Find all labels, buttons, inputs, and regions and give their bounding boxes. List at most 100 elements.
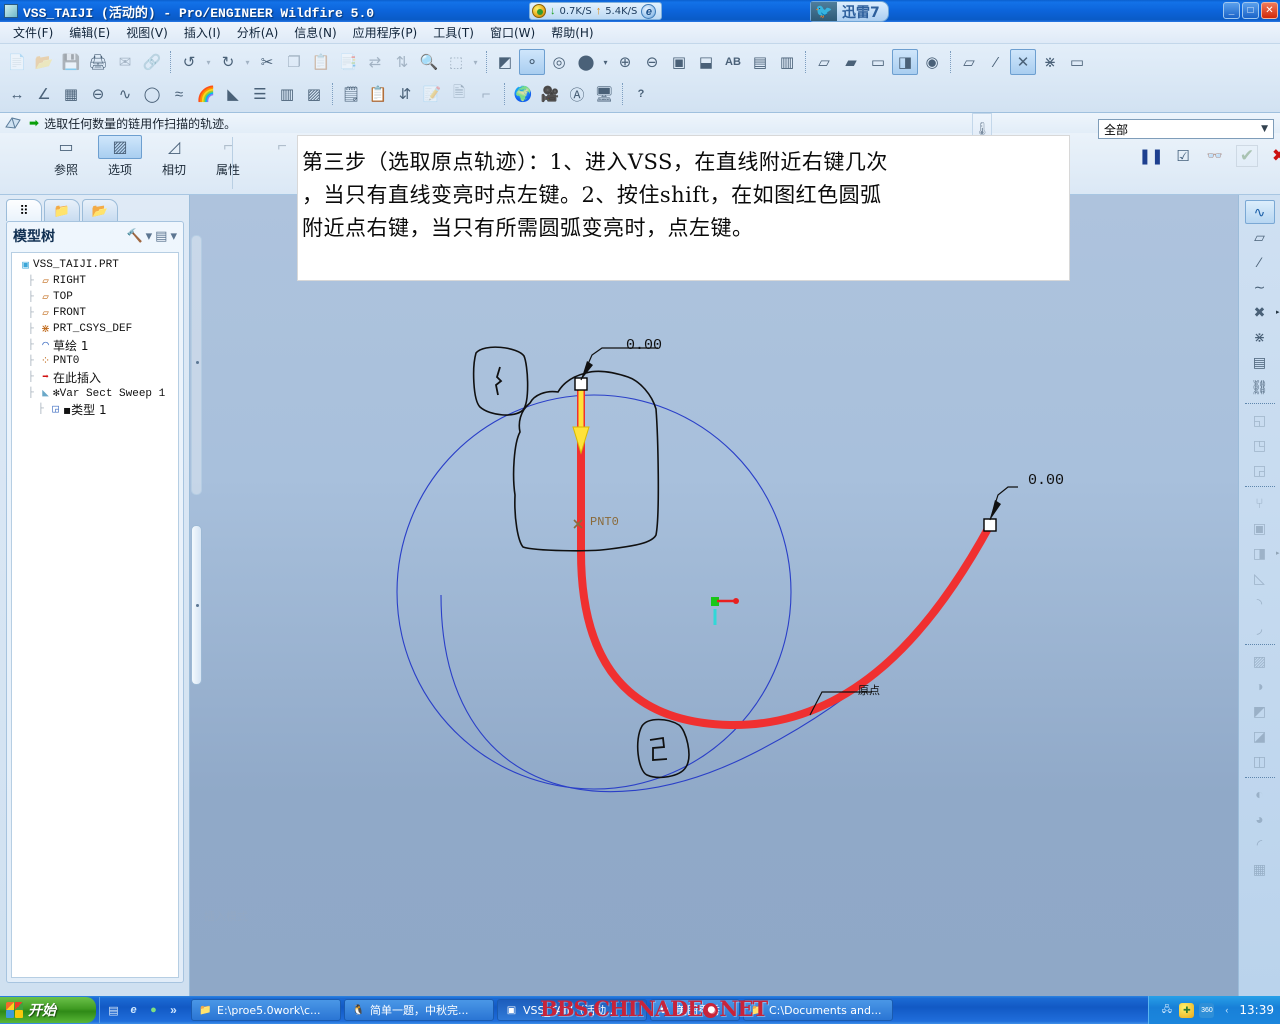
- dim-right-label[interactable]: 0.00: [1028, 472, 1064, 489]
- analysis-point-tool-button[interactable]: ▤: [1245, 350, 1275, 374]
- new-note-button[interactable]: 🗒: [338, 81, 364, 107]
- sketch-tool-button[interactable]: ∿: [1245, 200, 1275, 224]
- hidden-line-button[interactable]: ▰: [838, 49, 864, 75]
- 360-safe-icon[interactable]: 360: [1199, 1003, 1214, 1018]
- datum-axis-tool-button[interactable]: ⁄: [1245, 250, 1275, 274]
- menu-item-7[interactable]: 工具(T): [426, 22, 481, 43]
- dashboard-tab-references[interactable]: ▭参照: [44, 135, 88, 178]
- explorer-task[interactable]: 📁E:\proe5.0work\c...: [191, 999, 341, 1021]
- datum-csys-display-button[interactable]: ⋇: [1037, 49, 1063, 75]
- redo-button[interactable]: ↻: [215, 49, 241, 75]
- datum-point-display-button[interactable]: ✕: [1010, 49, 1036, 75]
- zoom-in-button[interactable]: ⊕: [612, 49, 638, 75]
- menu-item-1[interactable]: 编辑(E): [62, 22, 117, 43]
- documents-task[interactable]: 📁C:\Documents and...: [743, 999, 893, 1021]
- menu-item-3[interactable]: 插入(I): [177, 22, 228, 43]
- reflection-analysis-button[interactable]: ▨: [301, 81, 327, 107]
- reference-link-tool-button[interactable]: ⛓: [1245, 375, 1275, 399]
- dashboard-tab-tangency[interactable]: ◿相切: [152, 135, 196, 178]
- model-tree-item[interactable]: ├▱RIGHT: [14, 273, 176, 289]
- meitu-task[interactable]: ✿美图秀秀: [650, 999, 740, 1021]
- model-tree-tab[interactable]: ⠿: [6, 199, 42, 221]
- screen-capture-button[interactable]: 🖥: [591, 81, 617, 107]
- menu-item-0[interactable]: 文件(F): [6, 22, 60, 43]
- model-tree-item[interactable]: ├◠草绘 1: [14, 337, 176, 353]
- context-help-button[interactable]: ?: [628, 81, 654, 107]
- animation-button[interactable]: Ⓐ: [564, 81, 590, 107]
- datum-axis-display-button[interactable]: ⁄: [983, 49, 1009, 75]
- maximize-button[interactable]: □: [1242, 2, 1259, 19]
- datum-point-tool-button[interactable]: ✖▸: [1245, 300, 1275, 324]
- scrollbar-thumb[interactable]: [191, 525, 202, 685]
- graphics-viewport[interactable]: 0.00 0.00 PNT0 原点 插入模式: [190, 195, 1238, 996]
- cancel-button[interactable]: ✖: [1268, 145, 1280, 167]
- model-tree-list[interactable]: ▣VSS_TAIJI.PRT├▱RIGHT├▱TOP├▱FRONT├⋇PRT_C…: [11, 252, 179, 978]
- measure-distance-button[interactable]: ↔: [4, 81, 30, 107]
- more-icon[interactable]: »: [166, 1003, 181, 1018]
- chevron-down-icon[interactable]: ▾: [146, 228, 153, 244]
- wireframe-button[interactable]: ▱: [811, 49, 837, 75]
- orientation-button[interactable]: ◎: [546, 49, 572, 75]
- menu-item-2[interactable]: 视图(V): [119, 22, 175, 43]
- menu-item-5[interactable]: 信息(N): [287, 22, 343, 43]
- proe-task[interactable]: ▣VSS_TAIJI（活动...: [497, 999, 647, 1021]
- show-hidden-icons[interactable]: ‹: [1219, 1003, 1234, 1018]
- model-tree-item[interactable]: ├◲▪类型 1: [14, 401, 176, 417]
- minimize-button[interactable]: _: [1223, 2, 1240, 19]
- datum-plane-tool-button[interactable]: ▱: [1245, 225, 1275, 249]
- menu-item-8[interactable]: 窗口(W): [483, 22, 542, 43]
- taskbar-clock[interactable]: 13:39: [1239, 1003, 1274, 1017]
- model-tree-item[interactable]: ├⁘PNT0: [14, 353, 176, 369]
- folder-browser-tab[interactable]: 📁: [44, 199, 80, 221]
- media-player-icon[interactable]: ▤: [106, 1003, 121, 1018]
- no-hidden-button[interactable]: ▭: [865, 49, 891, 75]
- curve-analysis-button[interactable]: ≈: [166, 81, 192, 107]
- shading-with-edges-button[interactable]: ◉: [919, 49, 945, 75]
- measure-diameter-button[interactable]: ⊖: [85, 81, 111, 107]
- record-movie-button[interactable]: 🎥: [537, 81, 563, 107]
- chevron-right-icon[interactable]: ▸: [1276, 308, 1280, 316]
- cut-button[interactable]: ✂: [254, 49, 280, 75]
- dim-top-label[interactable]: 0.00: [626, 337, 662, 354]
- draft-analysis-button[interactable]: ◣: [220, 81, 246, 107]
- section-analysis-button[interactable]: ◯: [139, 81, 165, 107]
- zoom-out-button[interactable]: ⊖: [639, 49, 665, 75]
- menu-item-4[interactable]: 分析(A): [230, 22, 286, 43]
- layers-button[interactable]: ▤: [747, 49, 773, 75]
- offset-analysis-button[interactable]: ☰: [247, 81, 273, 107]
- refit-button[interactable]: ▣: [666, 49, 692, 75]
- datum-display-button[interactable]: ◩: [492, 49, 518, 75]
- hammer-icon[interactable]: 🔨: [126, 228, 142, 244]
- netmeter-tray-icon[interactable]: ✚: [1179, 1003, 1194, 1018]
- model-tree-item[interactable]: ▣VSS_TAIJI.PRT: [14, 257, 176, 273]
- print-button[interactable]: 🖨: [85, 49, 111, 75]
- network-icon[interactable]: 🖧: [1159, 1003, 1174, 1018]
- datum-plane-display-button[interactable]: ▱: [956, 49, 982, 75]
- model-tree-item[interactable]: ├◣✻Var Sect Sweep 1: [14, 385, 176, 401]
- menu-item-9[interactable]: 帮助(H): [544, 22, 600, 43]
- chevron-down-icon[interactable]: ▾: [170, 228, 177, 244]
- list-icon[interactable]: ▤: [155, 228, 167, 244]
- curve-tool-button[interactable]: ∼: [1245, 275, 1275, 299]
- dimension-note-button[interactable]: ⇵: [392, 81, 418, 107]
- model-tree-item[interactable]: ├▱FRONT: [14, 305, 176, 321]
- favorites-tab[interactable]: 📂: [82, 199, 118, 221]
- chevron-right-icon[interactable]: ▸: [1276, 549, 1280, 557]
- spin-center-button[interactable]: ⚬: [519, 49, 545, 75]
- model-tree-item[interactable]: ├⋇PRT_CSYS_DEF: [14, 321, 176, 337]
- dihedral-analysis-button[interactable]: ▥: [274, 81, 300, 107]
- scrollbar-track[interactable]: [191, 235, 202, 495]
- note-list-button[interactable]: 📋: [365, 81, 391, 107]
- view-manager-button[interactable]: ▥: [774, 49, 800, 75]
- model-tree-item[interactable]: ├▱TOP: [14, 289, 176, 305]
- close-button[interactable]: ✕: [1261, 2, 1278, 19]
- repaint-button[interactable]: ⬓: [693, 49, 719, 75]
- selection-filter-combo[interactable]: 全部 ▼: [1098, 119, 1274, 139]
- menu-item-6[interactable]: 应用程序(P): [346, 22, 425, 43]
- dashboard-tab-options[interactable]: ▨选项: [98, 135, 142, 178]
- qq-icon[interactable]: ●: [146, 1003, 161, 1018]
- start-button[interactable]: 开始: [0, 997, 96, 1023]
- qq-task[interactable]: 🐧简单一题，中秋完...: [344, 999, 494, 1021]
- datum-csys-tool-button[interactable]: ⋇: [1245, 325, 1275, 349]
- publish-geometry-button[interactable]: 🌍: [510, 81, 536, 107]
